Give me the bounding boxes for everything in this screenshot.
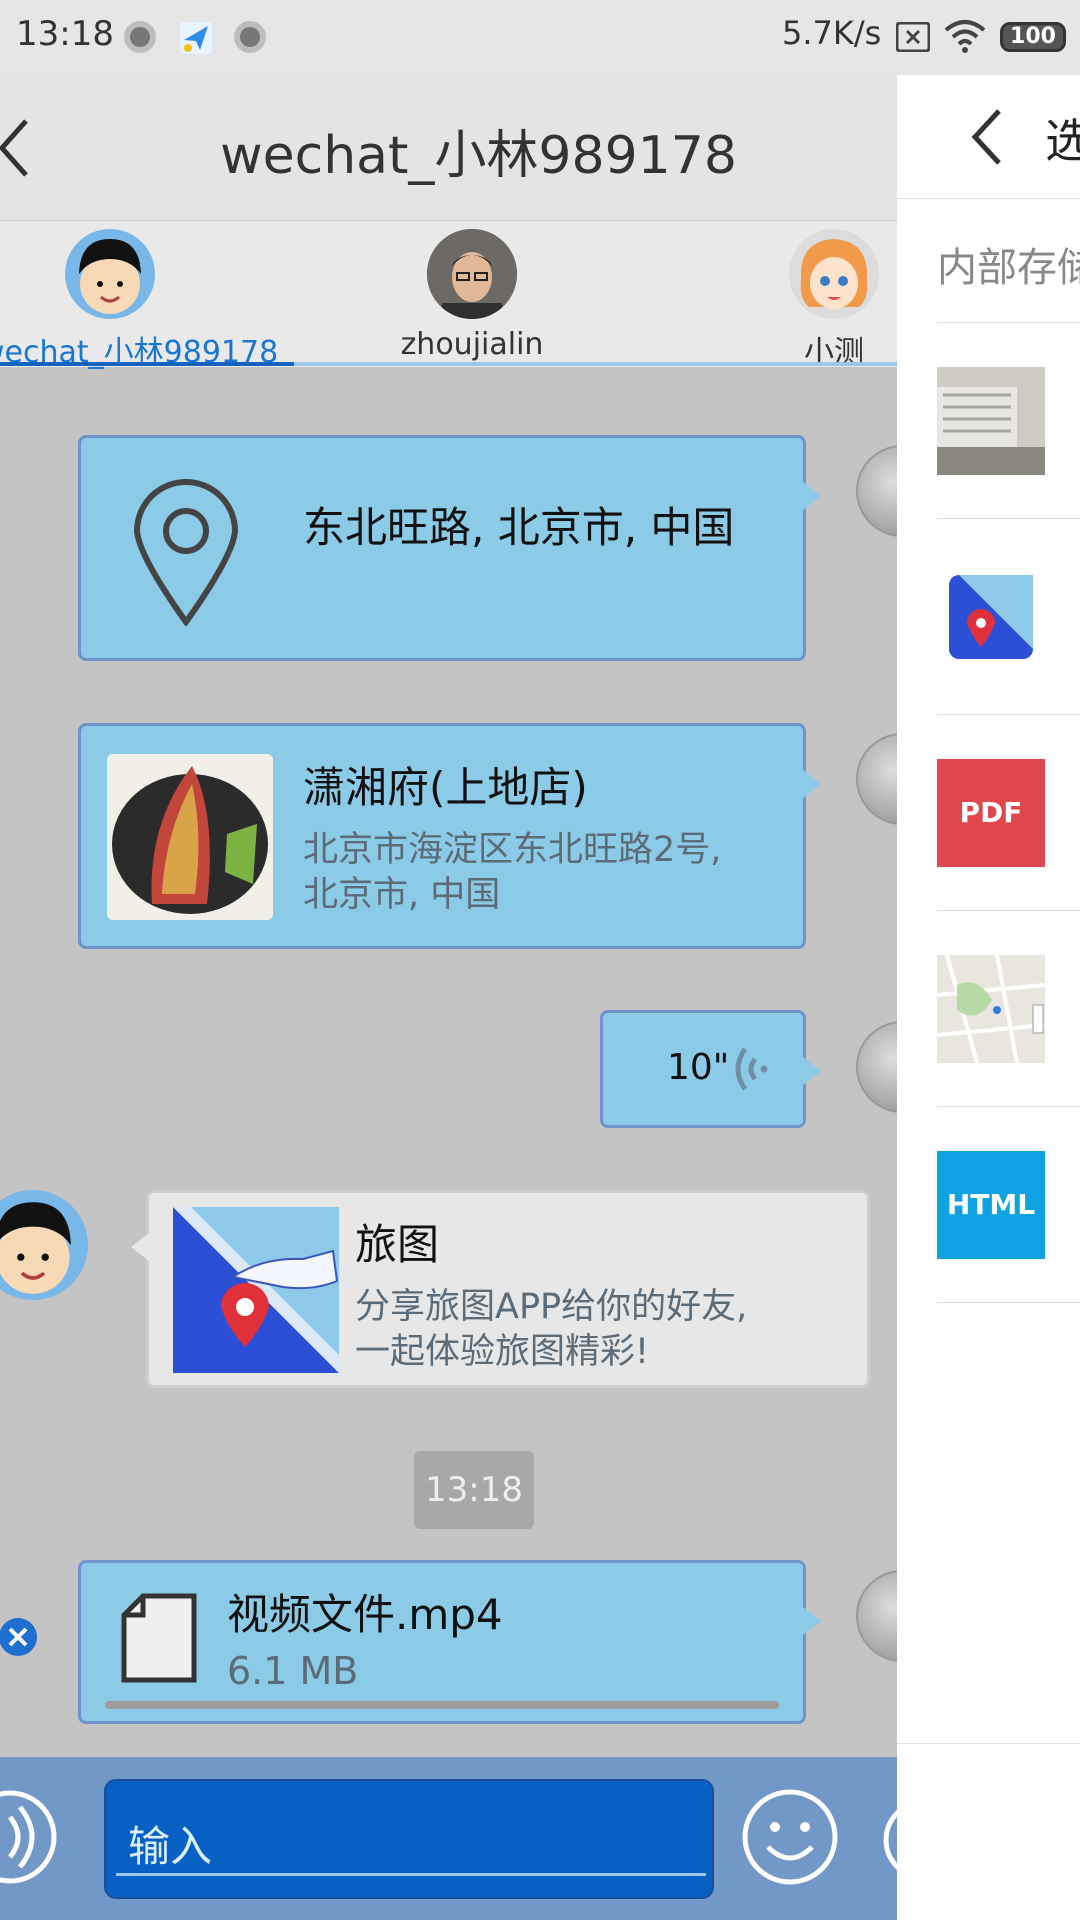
file-item[interactable]: HTML bbox=[937, 1106, 1080, 1302]
chat-header: wechat_小林989178 bbox=[0, 75, 897, 221]
member-tab-zhoujialin[interactable]: zhoujialin bbox=[342, 229, 602, 362]
lvtu-app-icon bbox=[173, 1207, 339, 1373]
network-speed: 5.7K/s bbox=[782, 14, 882, 52]
storage-location-label[interactable]: 内部存储 bbox=[937, 235, 1080, 293]
location-address: 东北旺路, 北京市, 中国 bbox=[303, 503, 735, 552]
battery-icon: 100 bbox=[1000, 22, 1066, 52]
file-item[interactable] bbox=[937, 322, 1080, 518]
photo-avatar-icon bbox=[427, 229, 517, 319]
footer-divider bbox=[897, 1743, 1080, 1744]
notification-icon-2 bbox=[234, 21, 266, 53]
upload-progress-bar bbox=[105, 1701, 779, 1709]
wifi-icon bbox=[944, 20, 986, 53]
member-bar: wechat_小林989178 zhoujialin 小测 bbox=[0, 221, 897, 370]
file-item[interactable] bbox=[937, 518, 1080, 714]
file-item[interactable]: PDF bbox=[937, 714, 1080, 910]
member-tab-xiaoce[interactable]: 小测 bbox=[704, 229, 897, 371]
avatar bbox=[65, 229, 155, 319]
place-name: 潇湘府(上地店) bbox=[303, 763, 588, 812]
file-picker-header: 选 bbox=[897, 75, 1080, 199]
pdf-file-icon: PDF bbox=[937, 759, 1045, 867]
message-input[interactable]: 输入 bbox=[104, 1779, 714, 1899]
location-pin-icon bbox=[133, 479, 239, 626]
member-tab-wechat-xiaolin[interactable]: wechat_小林989178 bbox=[0, 229, 278, 371]
list-divider bbox=[937, 1302, 1080, 1303]
cartoon-girl-avatar-icon bbox=[800, 239, 868, 309]
app-file-icon bbox=[949, 575, 1033, 659]
message-input-placeholder: 输入 bbox=[128, 1822, 213, 1871]
keyboard-avatar bbox=[856, 1021, 897, 1113]
emoji-icon[interactable] bbox=[740, 1787, 840, 1887]
active-tab-indicator bbox=[0, 362, 294, 366]
avatar bbox=[789, 229, 879, 319]
member-name: zhoujialin bbox=[400, 327, 544, 362]
file-size: 6.1 MB bbox=[227, 1649, 359, 1693]
input-underline bbox=[116, 1873, 706, 1876]
image-file-thumbnail-icon bbox=[937, 367, 1045, 475]
place-address-line2: 北京市, 中国 bbox=[303, 875, 501, 915]
file-name: 视频文件.mp4 bbox=[227, 1590, 503, 1639]
voice-input-icon[interactable] bbox=[0, 1787, 60, 1887]
avatar bbox=[427, 229, 517, 319]
member-tab-indicator bbox=[0, 362, 897, 366]
voice-message[interactable]: 10" bbox=[600, 1010, 821, 1128]
keyboard-avatar bbox=[856, 733, 897, 825]
app-notification-icon bbox=[180, 22, 212, 54]
app-share-message[interactable]: 旅图 分享旅图APP给你的好友, 一起体验旅图精彩! bbox=[131, 1190, 870, 1388]
app-share-desc-line1: 分享旅图APP给你的好友, bbox=[355, 1287, 748, 1327]
file-picker-pane: 选 内部存储 PDF HTML bbox=[897, 75, 1080, 1920]
status-bar: 13:18 5.7K/s 100 bbox=[0, 0, 1080, 75]
file-picker-title: 选 bbox=[1045, 114, 1080, 168]
file-item[interactable] bbox=[937, 910, 1080, 1106]
sim-off-icon bbox=[896, 22, 930, 52]
more-options-icon[interactable] bbox=[882, 1795, 897, 1885]
keyboard-avatar bbox=[856, 1570, 897, 1662]
keyboard-avatar bbox=[856, 445, 897, 537]
chat-pane: wechat_小林989178 wechat_小林989178 zhoujial… bbox=[0, 75, 897, 1920]
html-file-icon: HTML bbox=[937, 1151, 1045, 1259]
input-bar: 输入 bbox=[0, 1757, 897, 1920]
file-message[interactable]: 视频文件.mp4 6.1 MB bbox=[78, 1560, 821, 1724]
file-document-icon bbox=[121, 1593, 197, 1683]
voice-duration: 10" bbox=[667, 1047, 730, 1088]
back-arrow-icon[interactable] bbox=[967, 105, 1007, 169]
cancel-upload-icon[interactable] bbox=[0, 1617, 38, 1657]
notification-icon bbox=[124, 21, 156, 53]
cartoon-boy-avatar-icon bbox=[0, 1202, 71, 1294]
place-address-line1: 北京市海淀区东北旺路2号, bbox=[303, 830, 722, 870]
location-message[interactable]: 东北旺路, 北京市, 中国 bbox=[78, 435, 821, 661]
map-file-thumbnail-icon bbox=[937, 955, 1045, 1063]
voice-wave-icon bbox=[735, 1047, 768, 1091]
chat-title: wechat_小林989178 bbox=[220, 126, 737, 186]
sender-avatar[interactable] bbox=[0, 1190, 88, 1300]
status-time: 13:18 bbox=[16, 14, 114, 54]
app-share-title: 旅图 bbox=[355, 1220, 440, 1269]
food-photo-icon bbox=[107, 754, 273, 920]
cartoon-boy-avatar-icon bbox=[79, 239, 141, 314]
message-timestamp: 13:18 bbox=[414, 1451, 534, 1529]
place-message[interactable]: 潇湘府(上地店) 北京市海淀区东北旺路2号, 北京市, 中国 bbox=[78, 723, 821, 949]
app-share-desc-line2: 一起体验旅图精彩! bbox=[355, 1332, 650, 1372]
